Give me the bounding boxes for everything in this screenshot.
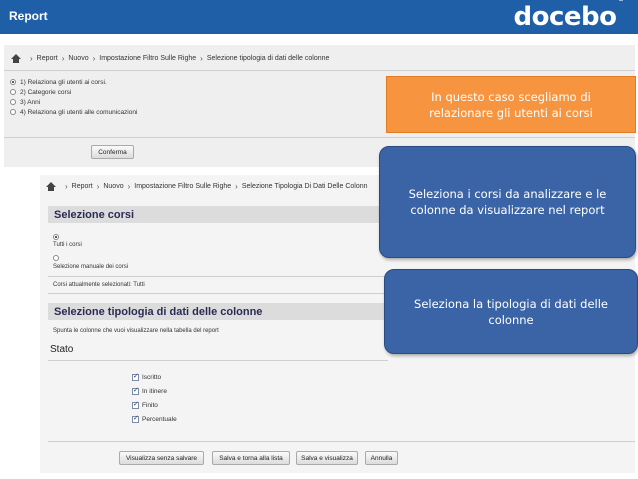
checkbox[interactable] (132, 400, 139, 409)
radio-button[interactable] (10, 109, 16, 115)
breadcrumb-item-current: Selezione tipologia di dati delle colonn… (206, 55, 330, 62)
option-users-communications[interactable]: 4) Relaziona gli utenti alle comunicazio… (10, 107, 137, 117)
checkbox-label: Percentuale (142, 416, 177, 423)
breadcrumb-separator: › (30, 54, 33, 63)
breadcrumb-item[interactable]: Report (37, 55, 58, 62)
divider (48, 360, 388, 361)
columns-section-title: Selezione tipologia di dati delle colonn… (48, 303, 388, 320)
radio-manual-courses[interactable] (53, 255, 63, 263)
checkbox-label: Finito (142, 402, 158, 409)
divider (48, 441, 635, 442)
all-courses-label: Tutti i corsi (53, 242, 82, 248)
option-label: 2) Categorie corsi (20, 88, 72, 96)
checkbox-finito[interactable]: Finito (132, 400, 158, 409)
radio-button[interactable] (10, 99, 16, 105)
breadcrumb-separator: › (200, 54, 203, 63)
breadcrumb-separator: › (127, 182, 131, 191)
breadcrumb-separator: › (65, 182, 68, 191)
callout-select-column-type: Seleziona la tipologia di dati delle col… (384, 269, 638, 354)
breadcrumb-item[interactable]: Impostazione Filtro Sulle Righe (99, 55, 196, 62)
option-label: 3) Anni (20, 98, 41, 106)
checkbox[interactable] (132, 386, 139, 395)
callout-select-courses-columns: Seleziona i corsi da analizzare e le col… (379, 146, 636, 258)
breadcrumb-separator: › (96, 182, 100, 191)
option-label: 4) Relaziona gli utenti alle comunicazio… (20, 108, 138, 116)
breadcrumb-item[interactable]: Impostazione Filtro Sulle Righe (134, 183, 231, 190)
checkbox-label: Iscritto (142, 374, 162, 381)
option-years[interactable]: 3) Anni (10, 97, 137, 107)
radio-button[interactable] (10, 79, 16, 85)
breadcrumb-item[interactable]: Nuovo (103, 183, 123, 190)
home-icon[interactable] (11, 54, 21, 63)
checkbox-percentuale[interactable]: Percentuale (132, 414, 177, 423)
callout-relate-users-courses: In questo caso scegliamo di relazionare … (386, 76, 636, 133)
checkbox-in-itinere[interactable]: In itinere (132, 386, 167, 395)
selected-courses-text: Corsi attualmente selezionati: Tutti (53, 282, 145, 288)
divider (4, 70, 635, 71)
checkbox-label: In itinere (142, 388, 167, 395)
courses-section-title: Selezione corsi (48, 206, 388, 223)
breadcrumb: › Report › Nuovo › Impostazione Filtro S… (46, 182, 368, 191)
breadcrumb-separator: › (61, 54, 65, 63)
radio-button[interactable] (10, 89, 16, 95)
breadcrumb-item[interactable]: Nuovo (68, 55, 88, 62)
option-label: 1) Relaziona gli utenti ai corsi. (20, 78, 107, 86)
logo-text: docebo (513, 2, 618, 32)
view-without-saving-button[interactable]: Visualizza senza salvare (119, 451, 204, 465)
radio-all-courses[interactable] (53, 234, 63, 242)
columns-hint: Spunta le colonne che vuoi visualizzare … (53, 328, 219, 334)
save-and-view-button[interactable]: Salva e visualizza (296, 451, 358, 465)
breadcrumb-separator: › (235, 182, 238, 191)
manual-courses-label: Selezione manuale dei corsi (53, 264, 129, 270)
checkbox[interactable] (132, 372, 139, 381)
cancel-button[interactable]: Annulla (365, 451, 398, 465)
home-icon[interactable] (46, 182, 56, 191)
option-course-categories[interactable]: 2) Categorie corsi (10, 87, 137, 97)
divider (48, 293, 388, 294)
breadcrumb-separator: › (92, 54, 96, 63)
breadcrumb: › Report › Nuovo › Impostazione Filtro S… (11, 54, 329, 63)
save-and-return-button[interactable]: Salva e torna alla lista (212, 451, 290, 465)
checkbox[interactable] (132, 414, 139, 423)
checkbox-iscritto[interactable]: Iscritto (132, 372, 162, 381)
status-group-title: Stato (50, 344, 74, 355)
header-title: Report (9, 9, 48, 23)
breadcrumb-item[interactable]: Report (72, 183, 93, 190)
confirm-button[interactable]: Conferma (91, 145, 134, 159)
divider (48, 276, 388, 277)
divider (4, 137, 635, 138)
option-users-courses[interactable]: 1) Relaziona gli utenti ai corsi. (10, 77, 137, 87)
report-type-options: 1) Relaziona gli utenti ai corsi. 2) Cat… (10, 77, 137, 117)
radio-button[interactable] (53, 234, 59, 240)
breadcrumb-item-current: Selezione Tipologia Di Dati Delle Colonn (241, 183, 368, 190)
docebo-logo: docebo® (513, 0, 625, 32)
logo-registered-mark: ® (618, 0, 625, 3)
header-bar: Report docebo® (0, 0, 638, 34)
radio-button[interactable] (53, 255, 59, 261)
